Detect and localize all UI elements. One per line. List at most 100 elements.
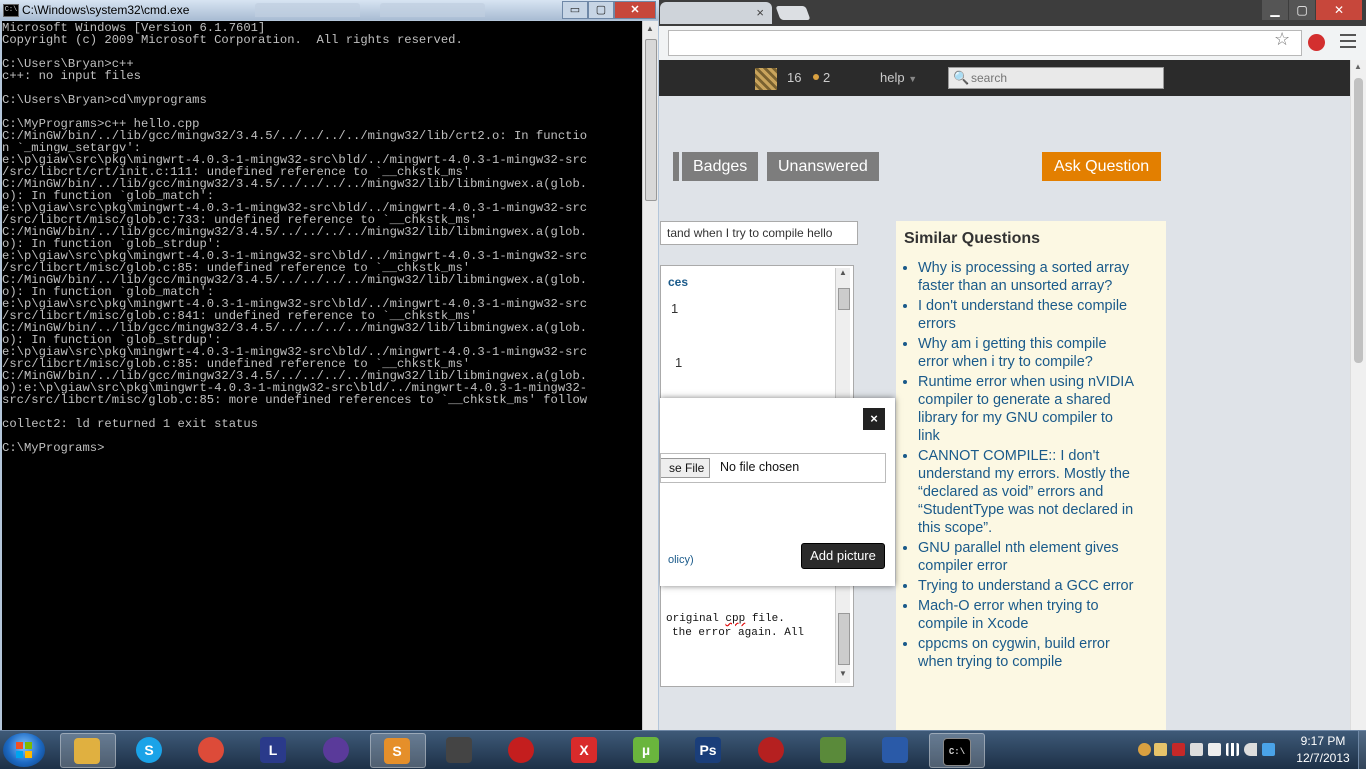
clock-date[interactable]: 12/7/2013 <box>1290 751 1356 765</box>
file-input[interactable]: se File No file chosen <box>660 453 886 483</box>
scroll-up-arrow-icon[interactable]: ▲ <box>646 24 654 33</box>
help-label: help <box>880 70 905 85</box>
editor-text-fragment: original <box>666 613 726 625</box>
ask-question-button[interactable]: Ask Question <box>1042 152 1162 181</box>
taskbar-word-document[interactable] <box>869 733 923 766</box>
search-input[interactable] <box>971 69 1151 86</box>
scroll-down-arrow-icon[interactable]: ▼ <box>836 669 850 683</box>
menu-icon[interactable] <box>1340 34 1356 48</box>
new-tab-button[interactable] <box>775 6 811 20</box>
add-picture-button[interactable]: Add picture <box>801 543 885 569</box>
windows-explorer-icon <box>74 738 100 764</box>
clock-time[interactable]: 9:17 PM <box>1290 734 1356 748</box>
similar-question-link[interactable]: Why am i getting this compile error when… <box>918 335 1138 371</box>
bookmark-star-icon[interactable]: ☆ <box>1274 29 1290 50</box>
similar-question-link[interactable]: Mach-O error when trying to compile in X… <box>918 597 1138 633</box>
avatar[interactable] <box>755 68 777 90</box>
extension-icon[interactable] <box>1308 34 1325 51</box>
ati-tray-icon[interactable] <box>1172 743 1185 756</box>
browser-tab[interactable]: × <box>660 2 772 24</box>
similar-question-link[interactable]: Why is processing a sorted array faster … <box>918 259 1138 295</box>
scrollbar-thumb[interactable] <box>838 288 850 310</box>
minimize-button[interactable]: ▭ <box>562 1 588 19</box>
close-button[interactable]: ✕ <box>614 1 656 19</box>
editor-text-line: the error again. All <box>672 627 805 639</box>
cmd-titlebar[interactable]: C:\ C:\Windows\system32\cmd.exe ▭ ▢ ✕ <box>0 0 659 20</box>
taskbar-sublime-text[interactable]: S <box>370 733 426 768</box>
nav-badges-button[interactable]: Badges <box>682 152 759 181</box>
taskbar-league-of-legends[interactable]: L <box>247 733 301 766</box>
search-box[interactable]: 🔍 <box>948 67 1164 89</box>
badge-count[interactable]: 2 <box>823 70 830 85</box>
volume-icon[interactable] <box>1244 743 1257 756</box>
taskbar-minecraft[interactable] <box>807 733 861 766</box>
paint-tray-icon[interactable] <box>1154 743 1167 756</box>
question-title-input[interactable]: tand when I try to compile hello <box>660 221 858 245</box>
taskbar-photoshop[interactable]: Ps <box>682 733 736 766</box>
minimize-button[interactable]: ▁ <box>1262 0 1288 20</box>
policy-link[interactable]: olicy) <box>668 554 694 566</box>
taskbar-downloader[interactable] <box>745 733 799 766</box>
search-icon: 🔍 <box>953 70 970 85</box>
similar-question-link[interactable]: CANNOT COMPILE:: I don't understand my e… <box>918 447 1138 537</box>
close-icon[interactable]: × <box>863 408 885 430</box>
similar-question-link[interactable]: GNU parallel nth element gives compiler … <box>918 539 1138 575</box>
taskbar-windows-explorer[interactable] <box>60 733 116 768</box>
google-chrome-icon <box>198 737 224 763</box>
background-tab <box>380 3 485 17</box>
taskbar-skype[interactable]: S <box>123 733 177 766</box>
word-document-icon <box>882 737 908 763</box>
inkscape-icon <box>446 737 472 763</box>
references-link[interactable]: ces <box>668 275 688 289</box>
maximize-button[interactable]: ▢ <box>588 1 614 19</box>
taskbar-command-prompt[interactable]: C:\ <box>929 733 985 768</box>
similar-question-link[interactable]: I don't understand these compile errors <box>918 297 1138 333</box>
editor-text-fragment: file. <box>745 613 785 625</box>
taskbar-xmind[interactable]: X <box>558 733 612 766</box>
xmind-icon: X <box>571 737 597 763</box>
taskbar-google-chrome[interactable] <box>185 733 239 766</box>
chrome-tray-icon[interactable] <box>1138 743 1151 756</box>
help-menu[interactable]: help ▼ <box>880 70 917 85</box>
tab-close-icon[interactable]: × <box>756 5 764 20</box>
utorrent-icon: µ <box>633 737 659 763</box>
scrollbar-thumb[interactable] <box>1354 78 1363 363</box>
image-upload-dialog: × se File No file chosen olicy) Add pict… <box>660 398 895 586</box>
similar-question-link[interactable]: Trying to understand a GCC error <box>918 577 1138 595</box>
reputation-count[interactable]: 16 <box>787 70 801 85</box>
maximize-button[interactable]: ▢ <box>1289 0 1315 20</box>
vote-count: 1 <box>675 355 683 370</box>
nav-questions-button[interactable] <box>673 152 679 181</box>
background-tab <box>255 3 360 17</box>
command-prompt-icon: C:\ <box>943 738 971 766</box>
choose-file-button[interactable]: se File <box>661 458 711 478</box>
similar-question-link[interactable]: Runtime error when using nVIDIA compiler… <box>918 373 1138 445</box>
taskbar-inkscape[interactable] <box>433 733 487 766</box>
close-button[interactable]: ✕ <box>1316 0 1362 20</box>
minecraft-icon <box>820 737 846 763</box>
editor-text-line: original cpp file. <box>666 613 785 625</box>
page-scrollbar[interactable]: ▲ <box>1350 60 1366 730</box>
address-bar[interactable] <box>668 30 1302 56</box>
nav-unanswered-button[interactable]: Unanswered <box>767 152 879 181</box>
caret-down-icon: ▼ <box>908 74 918 84</box>
taskbar-target-app[interactable] <box>495 733 549 766</box>
console-area[interactable]: Microsoft Windows [Version 6.1.7601] Cop… <box>2 21 642 730</box>
scroll-up-arrow-icon[interactable]: ▲ <box>836 268 850 282</box>
taskbar-utorrent[interactable]: µ <box>620 733 674 766</box>
scroll-up-arrow-icon[interactable]: ▲ <box>1354 62 1362 71</box>
taskbar-eclipse[interactable] <box>310 733 364 766</box>
network-signal-icon[interactable] <box>1226 743 1239 756</box>
cmd-icon[interactable]: C:\ <box>3 4 19 17</box>
start-button[interactable] <box>3 733 45 767</box>
similar-question-link[interactable]: cppcms on cygwin, build error when tryin… <box>918 635 1138 671</box>
show-desktop-button[interactable] <box>1358 731 1366 769</box>
scrollbar-thumb[interactable] <box>645 39 657 201</box>
scrollbar-thumb[interactable] <box>838 613 850 665</box>
bluetooth-tray-icon[interactable] <box>1262 743 1275 756</box>
usb-tray-icon[interactable] <box>1190 743 1203 756</box>
similar-questions-title: Similar Questions <box>904 230 1041 247</box>
console-scrollbar[interactable]: ▲ <box>642 21 658 730</box>
console-output: Microsoft Windows [Version 6.1.7601] Cop… <box>2 21 588 455</box>
action-center-flag-icon[interactable] <box>1208 743 1221 756</box>
